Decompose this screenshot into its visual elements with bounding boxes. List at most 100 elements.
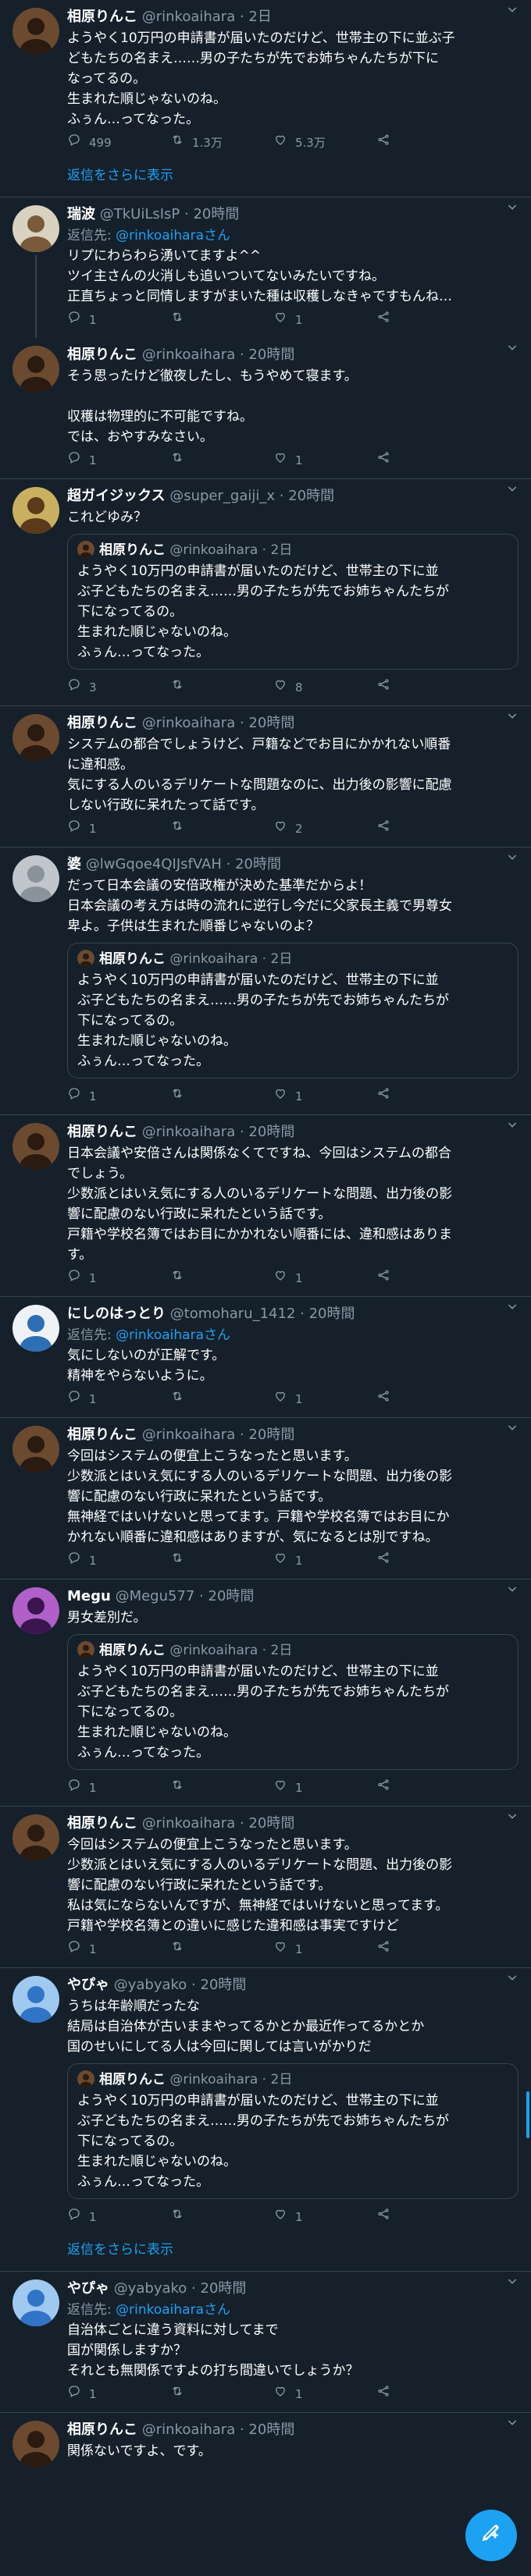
chevron-down-icon[interactable] — [506, 481, 519, 501]
author-name[interactable]: Megu — [67, 1588, 111, 1604]
timestamp[interactable]: 20時間 — [288, 488, 334, 504]
share-button[interactable] — [376, 2207, 479, 2227]
timestamp[interactable]: 2日 — [248, 9, 271, 25]
timestamp[interactable]: 20時間 — [248, 1815, 294, 1832]
retweet-button[interactable] — [170, 677, 273, 698]
quoted-tweet[interactable]: 相原りんこ @rinkoaihara · 2日 ようやく10万円の申請書が届いたの… — [67, 534, 519, 670]
author-handle[interactable]: @yabyako — [114, 2280, 187, 2297]
like-button[interactable]: 5.3万 — [273, 133, 376, 153]
tweet[interactable]: 相原りんこ @rinkoaihara · 2日 ようやく10万円の申請書が届いたの… — [0, 0, 531, 161]
tweet[interactable]: 瑞波 @TkUiLsIsP · 20時間 返信先: @rinkoaiharaさんリ… — [0, 197, 531, 338]
avatar[interactable] — [77, 541, 94, 558]
share-button[interactable] — [376, 819, 479, 839]
tweet[interactable]: にしのはっとり @tomoharu_1412 · 20時間 返信先: @rinko… — [0, 1297, 531, 1418]
reply-button[interactable]: 1 — [67, 2384, 170, 2404]
timestamp[interactable]: 20時間 — [201, 1977, 247, 1993]
retweet-button[interactable] — [170, 310, 273, 330]
avatar[interactable] — [12, 1123, 59, 1170]
tweet[interactable]: 相原りんこ @rinkoaihara · 20時間 今回はシステムの便宜上こうなっ… — [0, 1807, 531, 1968]
chevron-down-icon[interactable] — [506, 2414, 519, 2435]
chevron-down-icon[interactable] — [506, 1117, 519, 1137]
avatar[interactable] — [12, 714, 59, 761]
reply-button[interactable]: 1 — [67, 1389, 170, 1409]
avatar[interactable] — [77, 2070, 94, 2087]
author-name[interactable]: 相原りんこ — [67, 9, 137, 25]
share-button[interactable] — [376, 450, 479, 471]
retweet-button[interactable] — [170, 450, 273, 471]
author-handle[interactable]: @Megu577 — [116, 1588, 195, 1604]
retweet-button[interactable] — [170, 1086, 273, 1107]
chevron-down-icon[interactable] — [506, 199, 519, 219]
avatar[interactable] — [12, 1426, 59, 1473]
author-handle[interactable]: @rinkoaihara — [142, 9, 236, 25]
retweet-button[interactable] — [170, 2384, 273, 2404]
chevron-down-icon[interactable] — [506, 1299, 519, 1319]
author-name[interactable]: 瑞波 — [67, 206, 95, 222]
author-name[interactable]: 相原りんこ — [67, 2421, 137, 2438]
like-button[interactable]: 1 — [273, 1778, 376, 1798]
quoted-tweet[interactable]: 相原りんこ @rinkoaihara · 2日 ようやく10万円の申請書が届いたの… — [67, 2063, 519, 2199]
retweet-button[interactable]: 1.3万 — [170, 133, 273, 153]
timestamp[interactable]: 20時間 — [309, 1306, 355, 1322]
like-button[interactable]: 1 — [273, 2384, 376, 2404]
avatar[interactable] — [12, 855, 59, 902]
reply-button[interactable]: 1 — [67, 2207, 170, 2227]
author-handle[interactable]: @rinkoaihara — [142, 715, 236, 731]
share-button[interactable] — [376, 1551, 479, 1571]
reply-button[interactable]: 1 — [67, 310, 170, 330]
compose-tweet-button[interactable] — [465, 2510, 517, 2561]
like-button[interactable]: 1 — [273, 450, 376, 471]
avatar[interactable] — [12, 2279, 59, 2326]
reply-button[interactable]: 1 — [67, 450, 170, 471]
retweet-button[interactable] — [170, 819, 273, 839]
author-handle[interactable]: @rinkoaihara — [142, 346, 236, 363]
retweet-button[interactable] — [170, 2207, 273, 2227]
avatar[interactable] — [12, 2421, 59, 2468]
like-button[interactable]: 2 — [273, 819, 376, 839]
reply-button[interactable]: 1 — [67, 1268, 170, 1288]
like-button[interactable]: 1 — [273, 310, 376, 330]
avatar[interactable] — [12, 346, 59, 393]
chevron-down-icon[interactable] — [506, 1581, 519, 1601]
retweet-button[interactable] — [170, 1939, 273, 1960]
avatar[interactable] — [12, 8, 59, 55]
avatar[interactable] — [77, 1641, 94, 1658]
avatar[interactable] — [12, 487, 59, 534]
reply-to-handle[interactable]: @rinkoaiharaさん — [116, 228, 230, 243]
timestamp[interactable]: 20時間 — [248, 1427, 294, 1443]
chevron-down-icon[interactable] — [506, 1970, 519, 1990]
avatar[interactable] — [12, 1305, 59, 1352]
reply-button[interactable]: 1 — [67, 1086, 170, 1107]
tweet[interactable]: 相原りんこ @rinkoaihara · 20時間 日本会議や安倍さんは関係なくて… — [0, 1115, 531, 1297]
chevron-down-icon[interactable] — [506, 2273, 519, 2294]
tweet[interactable]: 相原りんこ @rinkoaihara · 20時間 システムの都合でしょうけど、戸… — [0, 706, 531, 847]
tweet[interactable]: 相原りんこ @rinkoaihara · 20時間 関係ないですよ、です。 — [0, 2413, 531, 2468]
like-button[interactable]: 8 — [273, 677, 376, 698]
author-name[interactable]: やぴゃ — [67, 2280, 109, 2297]
avatar[interactable] — [12, 1587, 59, 1634]
share-button[interactable] — [376, 1086, 479, 1107]
tweet[interactable]: 相原りんこ @rinkoaihara · 20時間 そう思ったけど徹夜したし、もう… — [0, 338, 531, 479]
like-button[interactable]: 1 — [273, 1939, 376, 1960]
like-button[interactable]: 1 — [273, 2207, 376, 2227]
timestamp[interactable]: 20時間 — [208, 1588, 255, 1604]
chevron-down-icon[interactable] — [506, 1808, 519, 1828]
timestamp[interactable]: 20時間 — [248, 2421, 294, 2438]
tweet[interactable]: 超ガイジックス @super_gaiji_x · 20時間 これどゆみ？ 相原りんこ… — [0, 479, 531, 706]
author-name[interactable]: 相原りんこ — [67, 1427, 137, 1443]
author-handle[interactable]: @TkUiLsIsP — [100, 206, 180, 222]
quoted-tweet[interactable]: 相原りんこ @rinkoaihara · 2日 ようやく10万円の申請書が届いたの… — [67, 1634, 519, 1770]
like-button[interactable]: 1 — [273, 1551, 376, 1571]
timestamp[interactable]: 20時間 — [248, 346, 294, 363]
retweet-button[interactable] — [170, 1551, 273, 1571]
author-handle[interactable]: @rinkoaihara — [142, 1815, 236, 1832]
author-name[interactable]: 相原りんこ — [67, 346, 137, 363]
author-name[interactable]: 相原りんこ — [67, 1815, 137, 1832]
reply-button[interactable]: 1 — [67, 819, 170, 839]
timestamp[interactable]: 20時間 — [193, 206, 239, 222]
reply-to-handle[interactable]: @rinkoaiharaさん — [116, 1327, 230, 1343]
share-button[interactable] — [376, 1389, 479, 1409]
share-button[interactable] — [376, 677, 479, 698]
reply-button[interactable]: 1 — [67, 1551, 170, 1571]
author-name[interactable]: 婆 — [67, 856, 81, 872]
